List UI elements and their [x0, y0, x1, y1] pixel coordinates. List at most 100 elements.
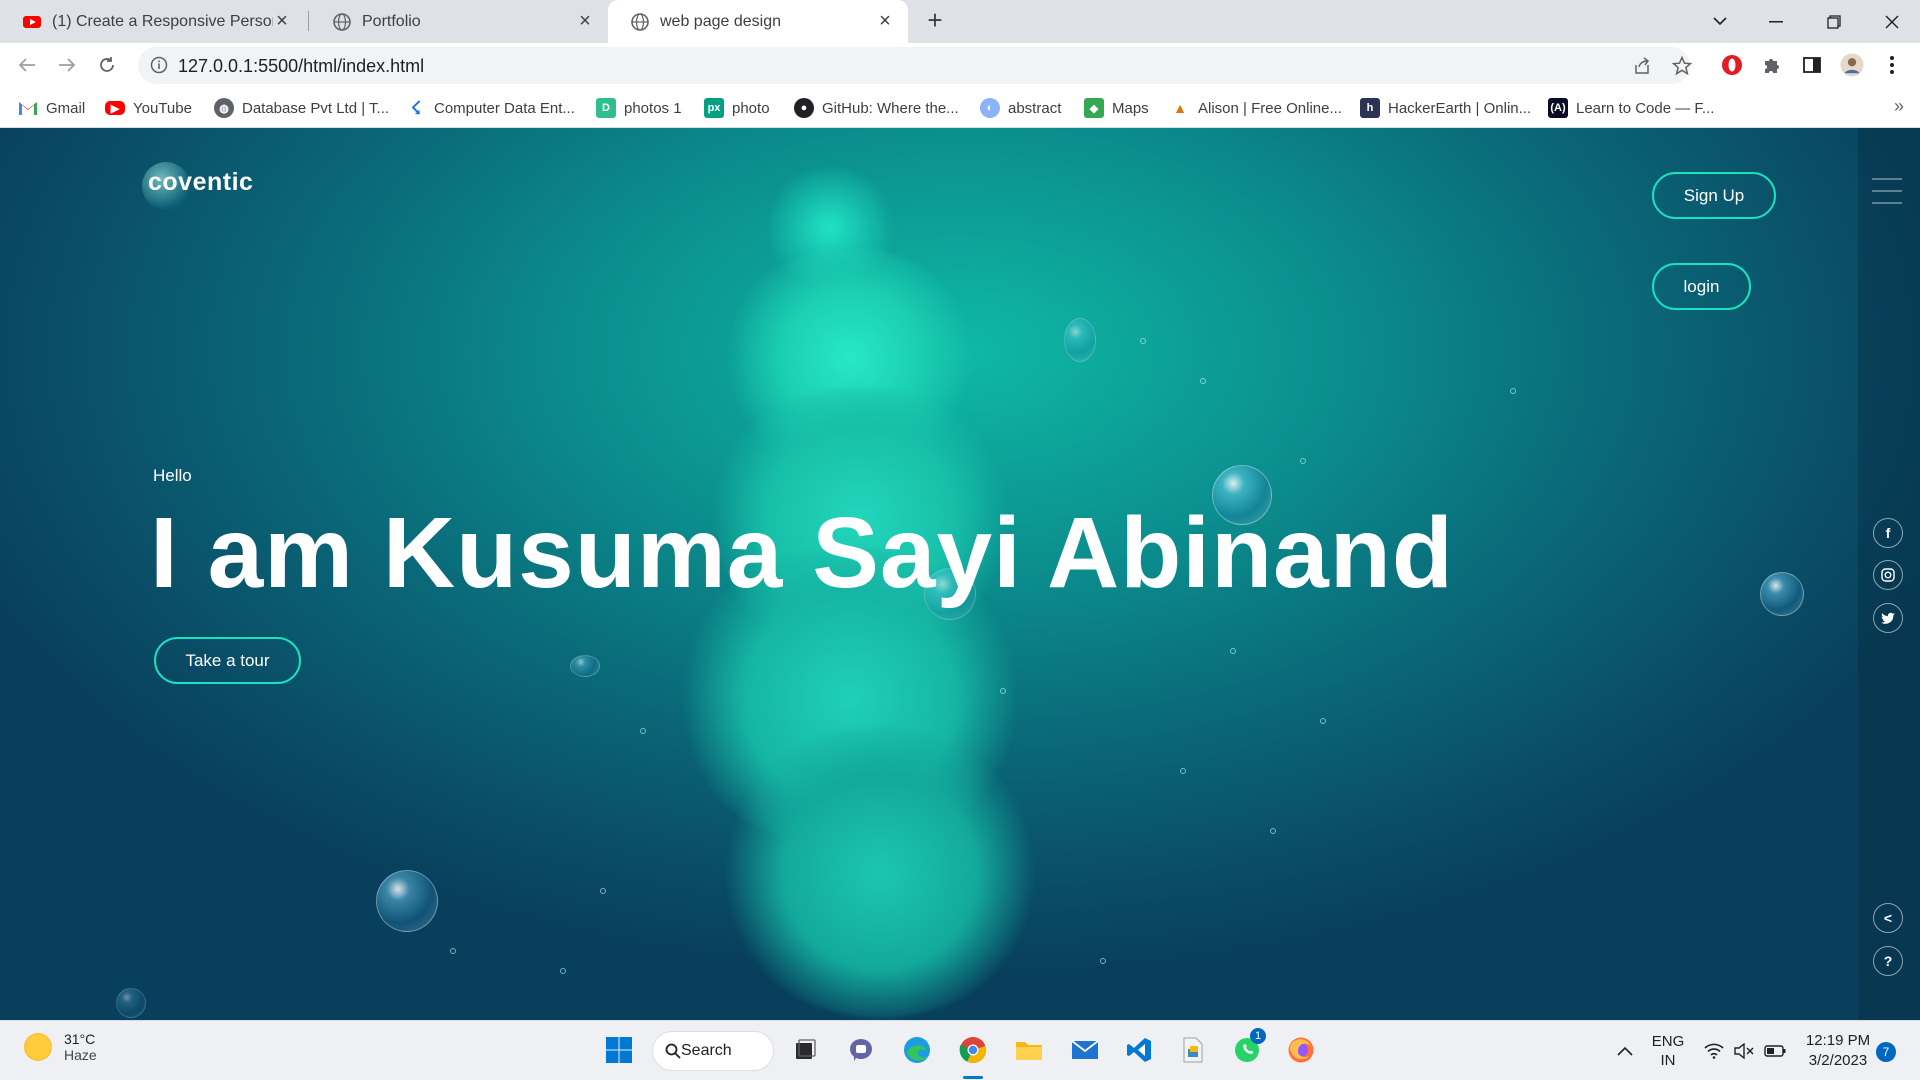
speaker-muted-icon[interactable]: [1730, 1021, 1758, 1080]
bubble-dot: [1200, 378, 1206, 384]
close-tab-icon[interactable]: ×: [876, 10, 894, 33]
weather-condition: Haze: [64, 1047, 97, 1063]
input-language-indicator[interactable]: ENG IN: [1646, 1021, 1690, 1080]
bookmark-label: Gmail: [46, 99, 86, 117]
weather-temperature: 31°C: [64, 1031, 96, 1047]
bookmark-label: Alison | Free Online...: [1198, 99, 1342, 117]
clock[interactable]: 12:19 PM 3/2/2023: [1798, 1021, 1878, 1080]
share-toggle-icon[interactable]: <: [1873, 903, 1903, 933]
share-icon[interactable]: [1632, 56, 1652, 76]
show-hidden-icons-chevron[interactable]: [1610, 1021, 1640, 1080]
bubble-dot: [1100, 958, 1106, 964]
browser-menu-icon[interactable]: [1880, 53, 1904, 77]
hackerearth-icon: h: [1360, 98, 1380, 118]
bubble-dot: [1230, 648, 1236, 654]
new-tab-button[interactable]: +: [921, 6, 949, 34]
abstract-icon: ◐: [980, 98, 1000, 118]
bookmark-github[interactable]: ● GitHub: Where the...: [794, 96, 959, 120]
tab-strip: (1) Create a Responsive Personal × Portf…: [0, 0, 1920, 43]
file-document-icon[interactable]: [1174, 1031, 1212, 1069]
freecodecamp-icon: (A): [1548, 98, 1568, 118]
bookmark-label: Learn to Code — F...: [1576, 99, 1715, 117]
signup-button[interactable]: Sign Up: [1652, 172, 1776, 219]
bookmark-computer-data[interactable]: ☇ Computer Data Ent...: [406, 96, 575, 120]
edge-browser-icon[interactable]: [898, 1031, 936, 1069]
opera-extension-icon[interactable]: [1720, 53, 1744, 77]
gmail-icon: [18, 98, 38, 118]
site-info-icon[interactable]: [150, 56, 168, 74]
bubble-dot: [560, 968, 566, 974]
globe-icon: [631, 12, 649, 31]
bubble-dot: [450, 948, 456, 954]
close-window-button[interactable]: [1864, 0, 1920, 43]
bubble-decoration: [376, 870, 438, 932]
bookmark-alison[interactable]: ▲ Alison | Free Online...: [1170, 96, 1342, 120]
teams-chat-icon[interactable]: [842, 1031, 880, 1069]
help-icon[interactable]: ?: [1873, 946, 1903, 976]
login-button[interactable]: login: [1652, 263, 1751, 310]
site-logo[interactable]: coventic: [142, 162, 253, 210]
twitter-icon[interactable]: [1873, 603, 1903, 633]
language-code: ENG: [1651, 1033, 1685, 1050]
search-label: Search: [681, 1042, 732, 1059]
windows-taskbar: 31°C Haze Search 1 ENG IN 12:19 PM 3/2/2…: [0, 1020, 1920, 1080]
bookmark-database[interactable]: ◍ Database Pvt Ltd | T...: [214, 96, 389, 120]
bookmark-youtube[interactable]: ▶ YouTube: [105, 96, 192, 120]
profile-avatar[interactable]: [1840, 53, 1864, 77]
bubble-dot: [1300, 458, 1306, 464]
close-tab-icon[interactable]: ×: [576, 10, 594, 33]
bubble-dot: [640, 728, 646, 734]
wifi-icon[interactable]: [1700, 1021, 1728, 1080]
bookmark-label: abstract: [1008, 99, 1062, 117]
close-tab-icon[interactable]: ×: [273, 10, 291, 33]
bubble-dot: [1510, 388, 1516, 394]
tab-portfolio[interactable]: Portfolio ×: [310, 0, 608, 43]
notification-count-badge[interactable]: 7: [1876, 1042, 1896, 1062]
youtube-icon: ▶: [105, 101, 125, 115]
file-explorer-icon[interactable]: [1010, 1031, 1048, 1069]
haze-sun-icon: [24, 1033, 52, 1061]
bookmark-star-icon[interactable]: [1672, 56, 1692, 76]
task-view-icon[interactable]: [786, 1031, 824, 1069]
chrome-browser-icon[interactable]: [954, 1031, 992, 1069]
tab-search-chevron-icon[interactable]: [1692, 0, 1748, 43]
bookmark-label: HackerEarth | Onlin...: [1388, 99, 1532, 117]
more-bookmarks-icon[interactable]: »: [1894, 96, 1904, 117]
weather-widget[interactable]: 31°C Haze: [24, 1031, 97, 1063]
tab-youtube[interactable]: (1) Create a Responsive Personal ×: [0, 0, 305, 43]
bookmark-hackerearth[interactable]: h HackerEarth | Onlin...: [1360, 96, 1531, 120]
taskbar-search[interactable]: Search: [652, 1031, 774, 1071]
bubble-decoration: [116, 988, 146, 1018]
bubble-decoration: [1064, 318, 1096, 362]
bubble-decoration: [570, 655, 600, 677]
bubble-dot: [1180, 768, 1186, 774]
bookmark-photo[interactable]: px photo: [704, 96, 770, 120]
hero-greeting: Hello: [153, 466, 192, 485]
facebook-icon[interactable]: f: [1873, 518, 1903, 548]
mail-icon[interactable]: [1066, 1031, 1104, 1069]
vscode-icon[interactable]: [1120, 1031, 1158, 1069]
restore-button[interactable]: [1806, 0, 1862, 43]
forward-button[interactable]: [52, 50, 82, 80]
reload-button[interactable]: [92, 50, 122, 80]
hamburger-menu-icon[interactable]: [1872, 178, 1902, 214]
address-bar[interactable]: 127.0.0.1:5500/html/index.html: [138, 47, 1692, 84]
bookmark-gmail[interactable]: Gmail: [18, 96, 85, 120]
url-text[interactable]: 127.0.0.1:5500/html/index.html: [178, 56, 424, 77]
firefox-icon[interactable]: [1282, 1031, 1320, 1069]
bookmark-maps[interactable]: ◆ Maps: [1084, 96, 1149, 120]
back-button[interactable]: [12, 50, 42, 80]
battery-icon[interactable]: [1760, 1021, 1790, 1080]
windows-start-icon[interactable]: [600, 1031, 638, 1069]
side-panel-icon[interactable]: [1800, 53, 1824, 77]
minimize-button[interactable]: [1748, 0, 1804, 43]
bookmark-freecodecamp[interactable]: (A) Learn to Code — F...: [1548, 96, 1714, 120]
bookmark-abstract[interactable]: ◐ abstract: [980, 96, 1061, 120]
instagram-icon[interactable]: [1873, 560, 1903, 590]
tab-web-page-design[interactable]: web page design ×: [608, 0, 908, 43]
bookmark-label: Database Pvt Ltd | T...: [242, 99, 390, 117]
bookmark-label: photo: [732, 99, 770, 117]
take-a-tour-button[interactable]: Take a tour: [154, 637, 301, 684]
bookmark-photos-1[interactable]: D photos 1: [596, 96, 682, 120]
extensions-puzzle-icon[interactable]: [1760, 53, 1784, 77]
